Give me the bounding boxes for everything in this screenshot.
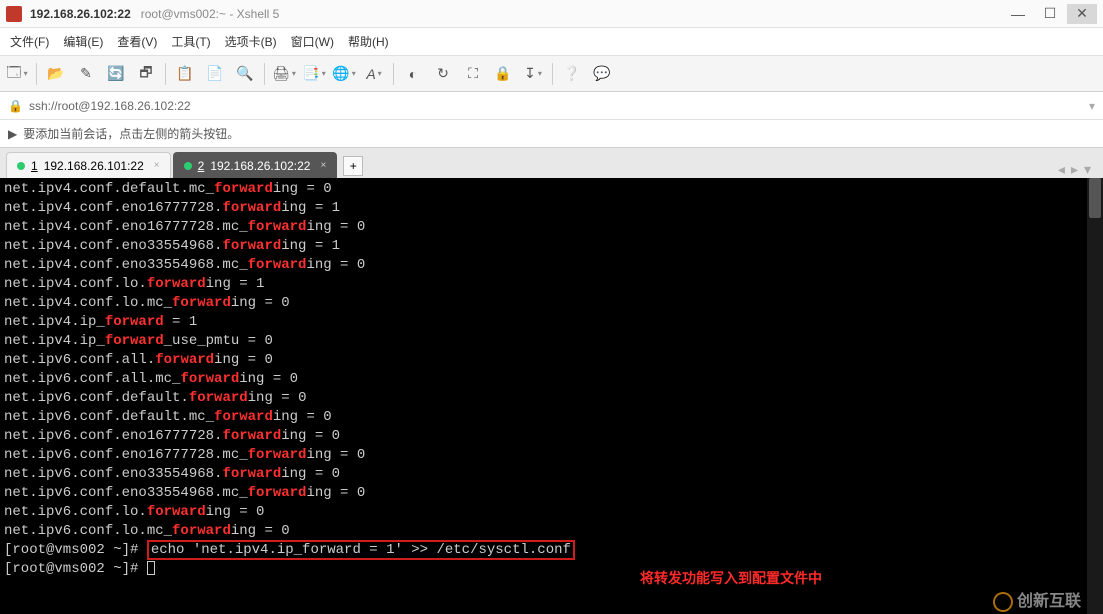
disconnect-icon[interactable]: 🗗: [135, 63, 157, 85]
menu-help[interactable]: 帮助(H): [348, 33, 389, 50]
terminal-line: net.ipv6.conf.all.mc_forwarding = 0: [4, 370, 1083, 389]
terminal-line: net.ipv6.conf.lo.forwarding = 0: [4, 503, 1083, 522]
hint-arrow-icon[interactable]: ▶: [8, 127, 17, 141]
add-tab-button[interactable]: +: [343, 156, 363, 176]
cursor: [147, 561, 155, 575]
menu-edit[interactable]: 编辑(E): [63, 33, 103, 50]
lock-small-icon: 🔒: [8, 99, 23, 113]
tab-label: 192.168.26.101:22: [44, 159, 144, 173]
menu-tab[interactable]: 选项卡(B): [225, 33, 277, 50]
globe-icon[interactable]: 🌐: [333, 63, 355, 85]
window-title-main: 192.168.26.102:22: [30, 7, 131, 21]
terminal-line: net.ipv4.conf.eno33554968.forwarding = 1: [4, 237, 1083, 256]
separator: [165, 63, 166, 85]
separator: [552, 63, 553, 85]
menu-window[interactable]: 窗口(W): [291, 33, 334, 50]
scrollbar-thumb[interactable]: [1089, 178, 1101, 218]
watermark: 创新互联: [993, 592, 1081, 612]
session-tab-2[interactable]: 2 192.168.26.102:22 ×: [173, 152, 338, 178]
open-icon[interactable]: 📂: [45, 63, 67, 85]
window-title-sub: root@vms002:~ - Xshell 5: [141, 7, 280, 21]
fullscreen-icon[interactable]: ⛶: [462, 63, 484, 85]
tab-next-icon[interactable]: ▸: [1071, 161, 1078, 178]
refresh-icon[interactable]: ↻: [432, 63, 454, 85]
new-session-icon[interactable]: 🗔: [6, 63, 28, 85]
terminal-scrollbar[interactable]: [1087, 178, 1103, 614]
compose-icon[interactable]: 💬: [591, 63, 613, 85]
hint-bar: ▶ 要添加当前会话，点击左侧的箭头按钮。: [0, 120, 1103, 148]
tab-close-icon[interactable]: ×: [320, 160, 326, 171]
terminal[interactable]: net.ipv4.conf.default.mc_forwarding = 0n…: [0, 178, 1087, 614]
terminal-line: net.ipv4.conf.eno16777728.forwarding = 1: [4, 199, 1083, 218]
separator: [393, 63, 394, 85]
terminal-line: net.ipv6.conf.default.mc_forwarding = 0: [4, 408, 1083, 427]
watermark-icon: [990, 589, 1016, 614]
terminal-line: net.ipv6.conf.eno16777728.mc_forwarding …: [4, 446, 1083, 465]
tab-list-icon[interactable]: ▾: [1084, 161, 1091, 178]
tab-bar: 1 192.168.26.101:22 × 2 192.168.26.102:2…: [0, 148, 1103, 178]
terminal-line: net.ipv6.conf.all.forwarding = 0: [4, 351, 1083, 370]
close-button[interactable]: ✕: [1067, 4, 1097, 24]
tab-index: 1: [31, 159, 38, 173]
annotation-text: 将转发功能写入到配置文件中: [640, 571, 822, 590]
terminal-line: net.ipv4.ip_forward = 1: [4, 313, 1083, 332]
toolbar: 🗔 📂 ✎ 🔄 🗗 📋 📄 🔍 🖨 📑 🌐 A ◐ ↻ ⛶ 🔒 ↧ ❔ 💬: [0, 56, 1103, 92]
menubar: 文件(F) 编辑(E) 查看(V) 工具(T) 选项卡(B) 窗口(W) 帮助(…: [0, 28, 1103, 56]
find-icon[interactable]: 🔍: [234, 63, 256, 85]
tab-close-icon[interactable]: ×: [154, 160, 160, 171]
terminal-line: net.ipv4.conf.lo.mc_forwarding = 0: [4, 294, 1083, 313]
tab-index: 2: [198, 159, 205, 173]
status-dot-icon: [184, 162, 192, 170]
address-dropdown-icon[interactable]: ▾: [1089, 99, 1095, 113]
menu-tools[interactable]: 工具(T): [171, 33, 210, 50]
session-tab-1[interactable]: 1 192.168.26.101:22 ×: [6, 152, 171, 178]
terminal-line: net.ipv6.conf.eno16777728.forwarding = 0: [4, 427, 1083, 446]
terminal-line: net.ipv6.conf.eno33554968.mc_forwarding …: [4, 484, 1083, 503]
terminal-line: net.ipv4.conf.eno33554968.mc_forwarding …: [4, 256, 1083, 275]
terminal-line: net.ipv4.ip_forward_use_pmtu = 0: [4, 332, 1083, 351]
titlebar: 192.168.26.102:22 root@vms002:~ - Xshell…: [0, 0, 1103, 28]
reconnect-icon[interactable]: 🔄: [105, 63, 127, 85]
lock-icon[interactable]: 🔒: [492, 63, 514, 85]
separator: [264, 63, 265, 85]
minimize-button[interactable]: —: [1003, 4, 1033, 24]
paste-icon[interactable]: 📄: [204, 63, 226, 85]
terminal-line: net.ipv6.conf.lo.mc_forwarding = 0: [4, 522, 1083, 541]
address-url[interactable]: ssh://root@192.168.26.102:22: [29, 99, 191, 113]
menu-view[interactable]: 查看(V): [117, 33, 157, 50]
transfer-icon[interactable]: ↧: [522, 63, 544, 85]
app-icon: [6, 6, 22, 22]
shell-prompt: [root@vms002 ~]#: [4, 542, 147, 558]
tab-prev-icon[interactable]: ◂: [1058, 161, 1065, 178]
terminal-container: net.ipv4.conf.default.mc_forwarding = 0n…: [0, 178, 1103, 614]
color-icon[interactable]: ◐: [402, 63, 424, 85]
copy-icon[interactable]: 📋: [174, 63, 196, 85]
terminal-line: net.ipv4.conf.lo.forwarding = 1: [4, 275, 1083, 294]
help-icon[interactable]: ❔: [561, 63, 583, 85]
save-icon[interactable]: ✎: [75, 63, 97, 85]
separator: [36, 63, 37, 85]
terminal-line: net.ipv6.conf.default.forwarding = 0: [4, 389, 1083, 408]
status-dot-icon: [17, 162, 25, 170]
print-icon[interactable]: 🖨: [273, 63, 295, 85]
maximize-button[interactable]: ☐: [1035, 4, 1065, 24]
address-bar[interactable]: 🔒 ssh://root@192.168.26.102:22 ▾: [0, 92, 1103, 120]
highlighted-command: echo 'net.ipv4.ip_forward = 1' >> /etc/s…: [147, 540, 575, 560]
menu-file[interactable]: 文件(F): [10, 33, 49, 50]
tab-label: 192.168.26.102:22: [210, 159, 310, 173]
watermark-text: 创新互联: [1017, 593, 1081, 612]
terminal-line: net.ipv6.conf.eno33554968.forwarding = 0: [4, 465, 1083, 484]
properties-icon[interactable]: 📑: [303, 63, 325, 85]
terminal-line: net.ipv4.conf.eno16777728.mc_forwarding …: [4, 218, 1083, 237]
shell-prompt: [root@vms002 ~]#: [4, 561, 147, 577]
terminal-line: net.ipv4.conf.default.mc_forwarding = 0: [4, 180, 1083, 199]
hint-text: 要添加当前会话，点击左侧的箭头按钮。: [23, 125, 239, 142]
font-icon[interactable]: A: [363, 63, 385, 85]
